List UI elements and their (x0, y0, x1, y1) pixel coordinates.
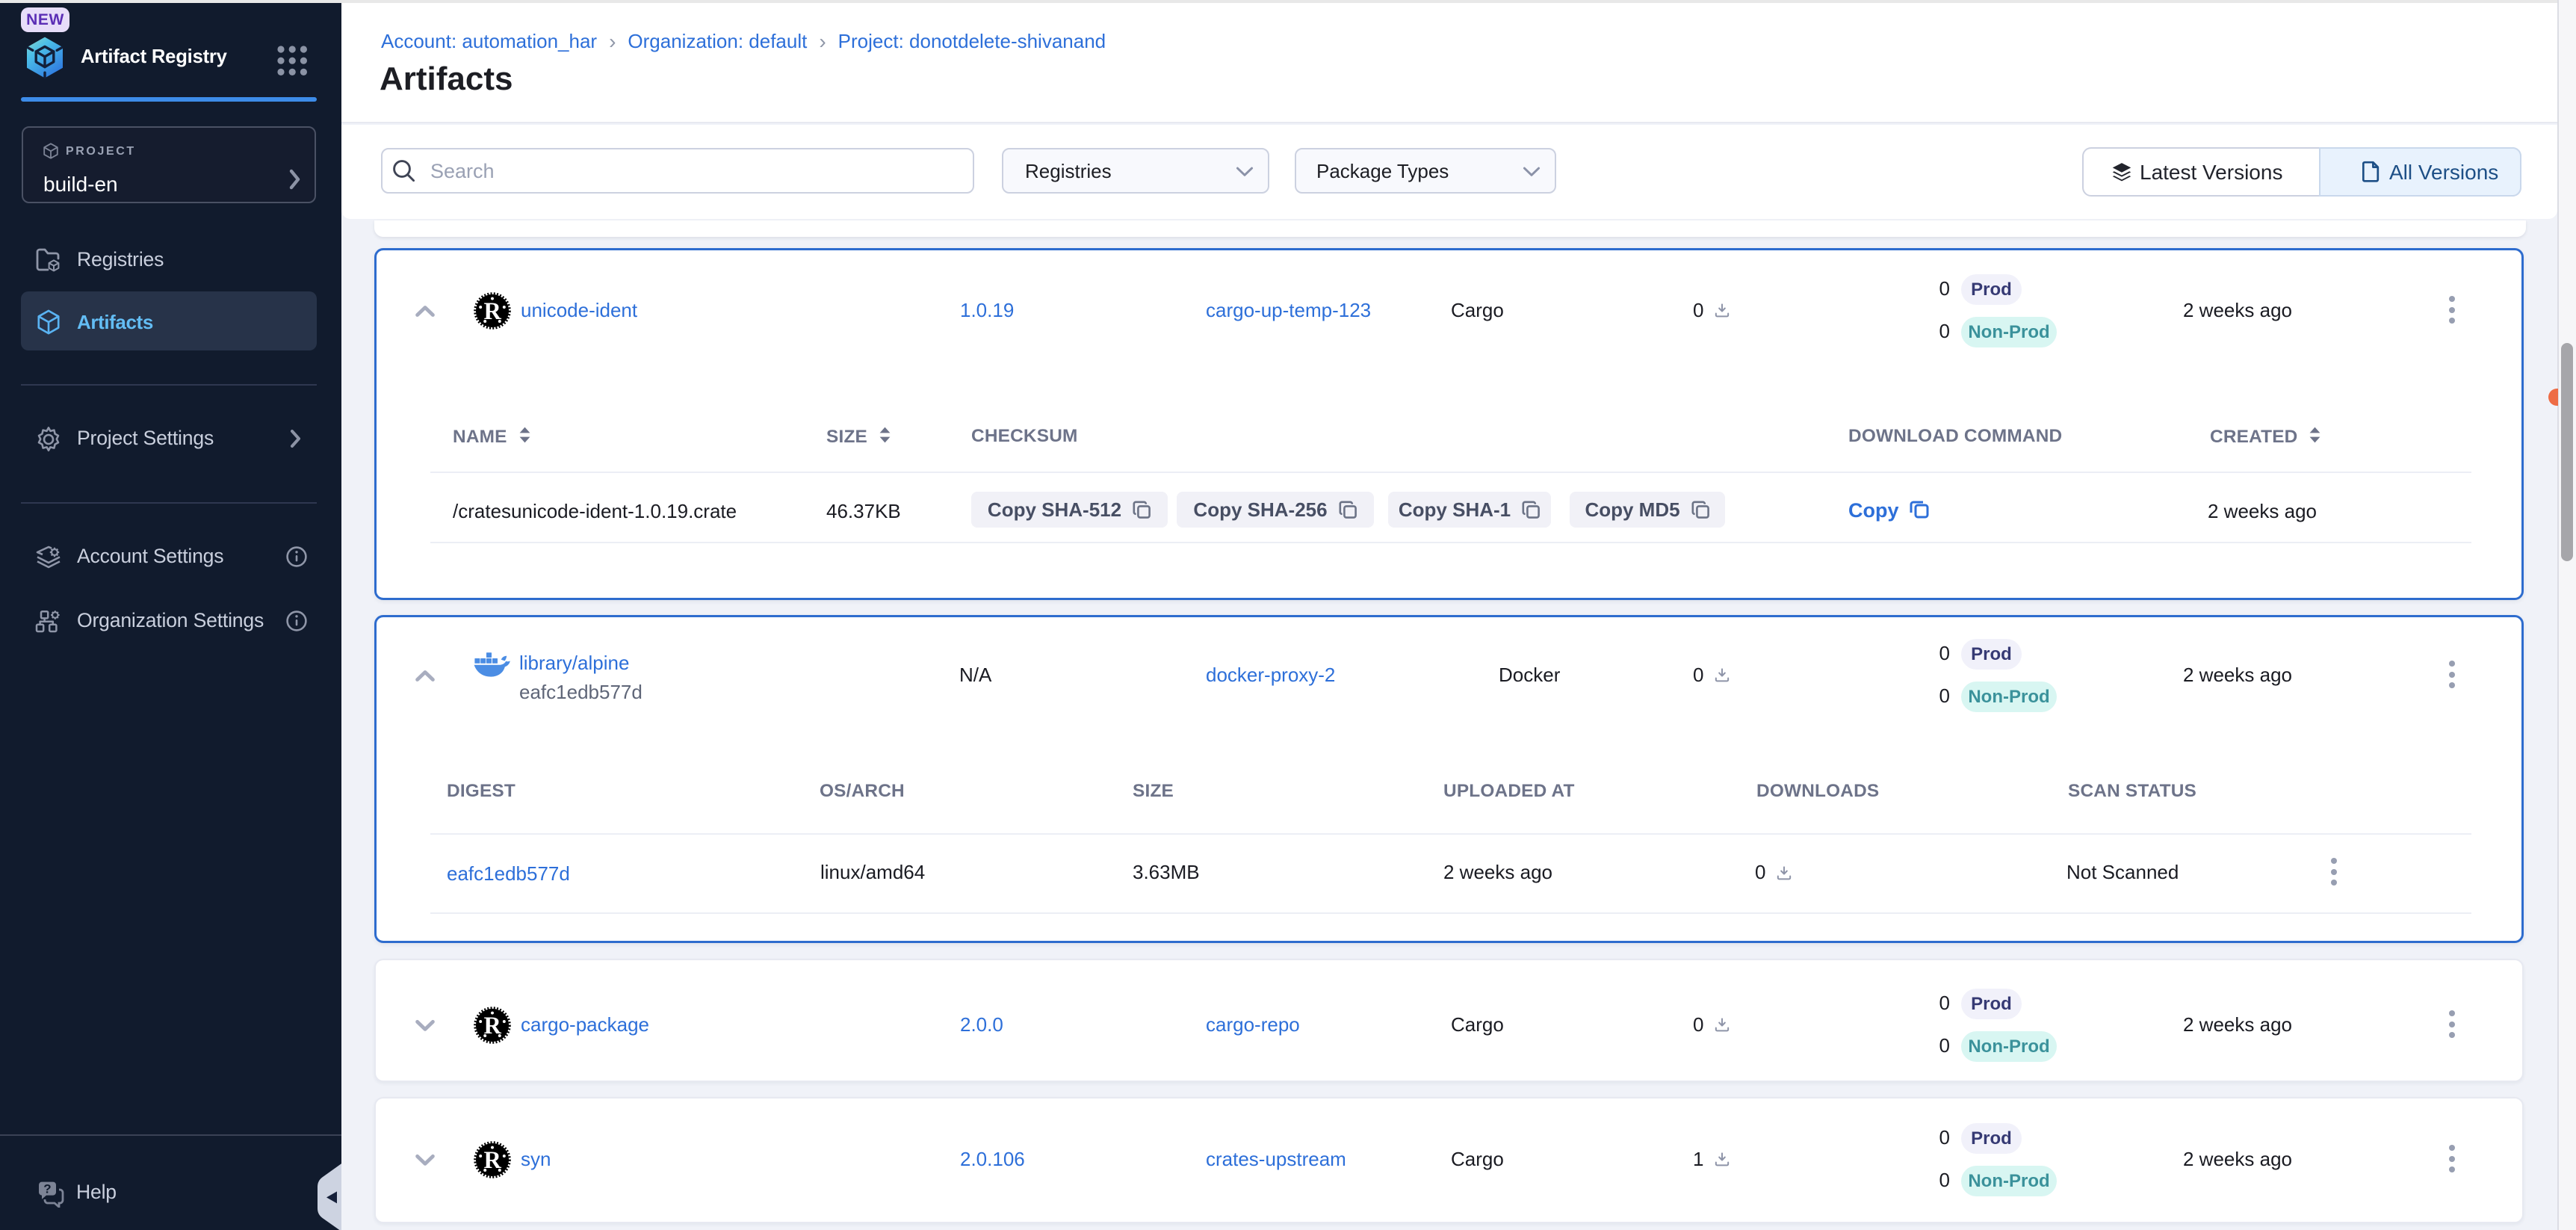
svg-text:?: ? (43, 1182, 51, 1196)
